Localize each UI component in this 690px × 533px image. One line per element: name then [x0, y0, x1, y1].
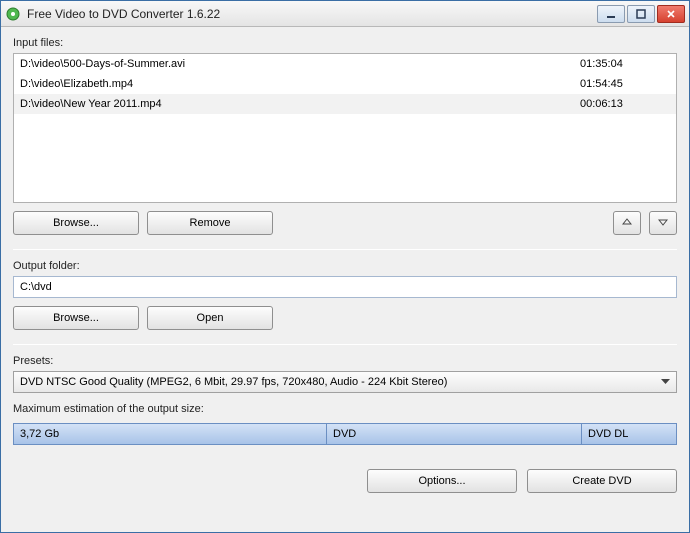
preset-selected-value: DVD NTSC Good Quality (MPEG2, 6 Mbit, 29…	[20, 376, 447, 388]
file-duration: 01:54:45	[580, 76, 670, 92]
output-folder-label: Output folder:	[13, 260, 677, 272]
maximize-button[interactable]	[627, 5, 655, 23]
browse-input-button[interactable]: Browse...	[13, 211, 139, 235]
create-dvd-button[interactable]: Create DVD	[527, 469, 677, 493]
list-item[interactable]: D:\video\Elizabeth.mp4 01:54:45	[14, 74, 676, 94]
arrow-down-icon	[658, 217, 668, 230]
file-duration: 00:06:13	[580, 96, 670, 112]
size-segment-dvd: DVD	[327, 424, 582, 444]
options-button[interactable]: Options...	[367, 469, 517, 493]
size-segment-size: 3,72 Gb	[14, 424, 327, 444]
file-path: D:\video\New Year 2011.mp4	[20, 96, 580, 112]
size-estimation-bar: 3,72 Gb DVD DVD DL	[13, 423, 677, 445]
open-button[interactable]: Open	[147, 306, 273, 330]
titlebar[interactable]: Free Video to DVD Converter 1.6.22	[1, 1, 689, 27]
window-controls	[597, 5, 685, 23]
bottom-buttons-row: Options... Create DVD	[13, 469, 677, 493]
list-item[interactable]: D:\video\New Year 2011.mp4 00:06:13	[14, 94, 676, 114]
max-estimation-label: Maximum estimation of the output size:	[13, 403, 677, 415]
chevron-down-icon	[661, 376, 670, 388]
preset-dropdown[interactable]: DVD NTSC Good Quality (MPEG2, 6 Mbit, 29…	[13, 371, 677, 393]
list-item[interactable]: D:\video\500-Days-of-Summer.avi 01:35:04	[14, 54, 676, 74]
content-area: Input files: D:\video\500-Days-of-Summer…	[1, 27, 689, 532]
app-icon	[5, 6, 21, 22]
file-path: D:\video\Elizabeth.mp4	[20, 76, 580, 92]
output-buttons-row: Browse... Open	[13, 306, 677, 330]
move-down-button[interactable]	[649, 211, 677, 235]
output-folder-input[interactable]	[13, 276, 677, 298]
close-button[interactable]	[657, 5, 685, 23]
app-window: Free Video to DVD Converter 1.6.22 Input…	[0, 0, 690, 533]
file-duration: 01:35:04	[580, 56, 670, 72]
minimize-button[interactable]	[597, 5, 625, 23]
divider	[13, 249, 677, 250]
window-title: Free Video to DVD Converter 1.6.22	[27, 7, 597, 21]
browse-output-button[interactable]: Browse...	[13, 306, 139, 330]
input-buttons-row: Browse... Remove	[13, 211, 677, 235]
input-files-list[interactable]: D:\video\500-Days-of-Summer.avi 01:35:04…	[13, 53, 677, 203]
divider	[13, 344, 677, 345]
move-up-button[interactable]	[613, 211, 641, 235]
size-segment-dvddl: DVD DL	[582, 424, 676, 444]
input-files-label: Input files:	[13, 37, 677, 49]
arrow-up-icon	[622, 217, 632, 230]
presets-label: Presets:	[13, 355, 677, 367]
file-path: D:\video\500-Days-of-Summer.avi	[20, 56, 580, 72]
remove-button[interactable]: Remove	[147, 211, 273, 235]
